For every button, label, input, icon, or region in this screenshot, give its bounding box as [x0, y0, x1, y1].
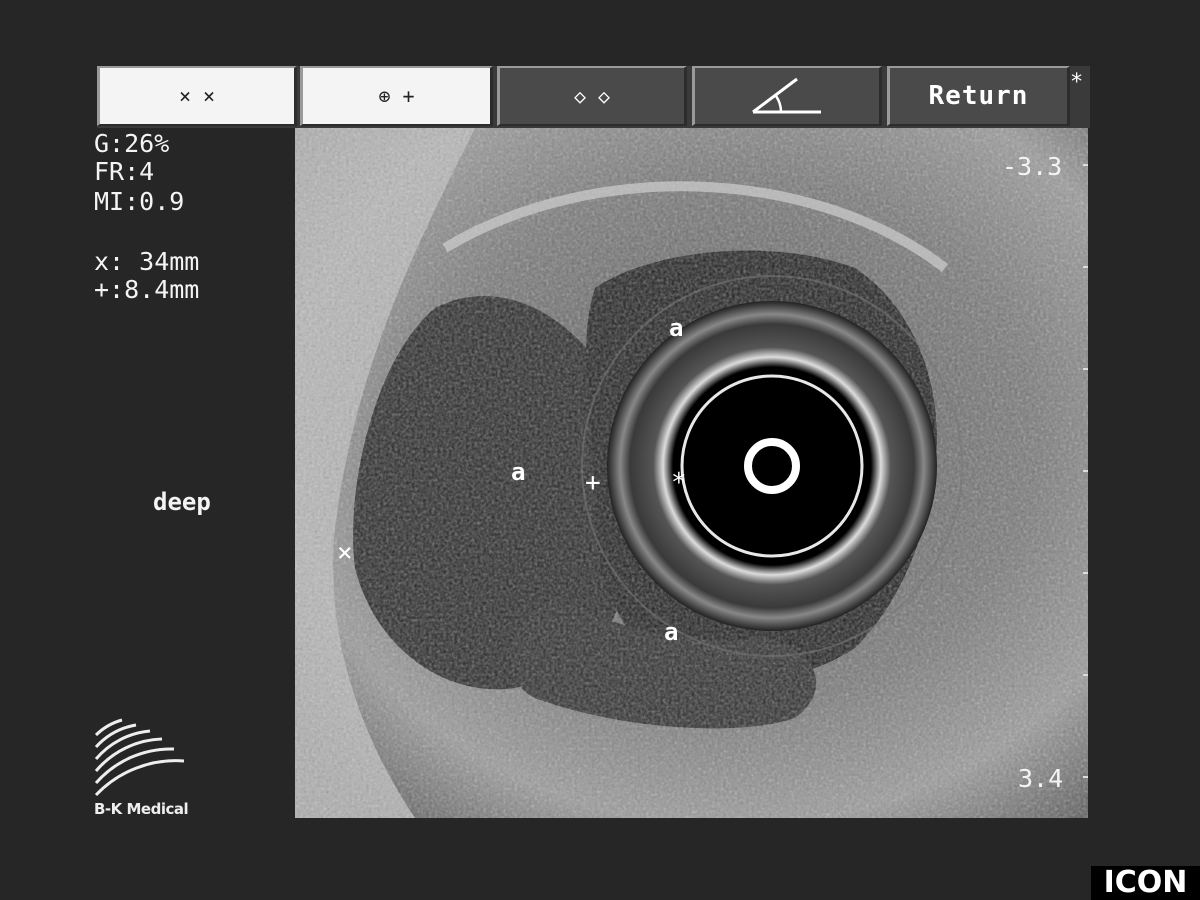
area-diamond-label: ◇ ◇ [573, 84, 611, 108]
distance-x-readout: x: 34mm [94, 247, 200, 276]
caliper-star-marker[interactable]: * [671, 468, 687, 498]
distance-plus-readout: +:8.4mm [94, 275, 200, 304]
depth-mode-label: deep [153, 488, 211, 516]
area-diamond-button[interactable]: ◇ ◇ [497, 66, 687, 126]
caliper-x-marker[interactable]: × [337, 538, 353, 568]
label-a-bottom: a [664, 618, 679, 646]
icon-watermark: ICON [1091, 866, 1200, 900]
mi-readout: MI:0.9 [94, 187, 185, 216]
scale-tick [1083, 164, 1088, 166]
scale-tick [1083, 674, 1088, 676]
scale-tick [1083, 776, 1088, 778]
frame-rate-readout: FR:4 [94, 157, 155, 186]
scale-tick [1083, 368, 1088, 370]
distance-plus-button[interactable]: ⊕ + [300, 66, 493, 126]
scale-top-label: -3.3 [1002, 152, 1063, 181]
distance-x-label: × × [178, 84, 216, 108]
distance-plus-label: ⊕ + [378, 84, 415, 108]
angle-icon [752, 77, 821, 114]
return-button[interactable]: Return [887, 66, 1070, 126]
scale-tick [1083, 572, 1088, 574]
measurement-toolbar: × × ⊕ + ◇ ◇ Return [97, 66, 1090, 128]
gain-readout: G:26% [94, 129, 170, 158]
caliper-plus-marker[interactable]: + [585, 468, 601, 498]
label-a-left: a [511, 458, 526, 486]
scale-bottom-label: 3.4 [1018, 764, 1064, 793]
return-label: Return [928, 81, 1029, 111]
distance-x-button[interactable]: × × [97, 66, 297, 126]
ultrasound-image[interactable]: a a a × + * [295, 128, 1088, 818]
scale-tick [1083, 470, 1088, 472]
logo-text: B-K Medical [94, 800, 189, 818]
label-a-top: a [669, 314, 684, 342]
angle-button[interactable] [692, 66, 882, 126]
marker-star: * [1070, 70, 1084, 95]
scale-tick [1083, 266, 1088, 268]
